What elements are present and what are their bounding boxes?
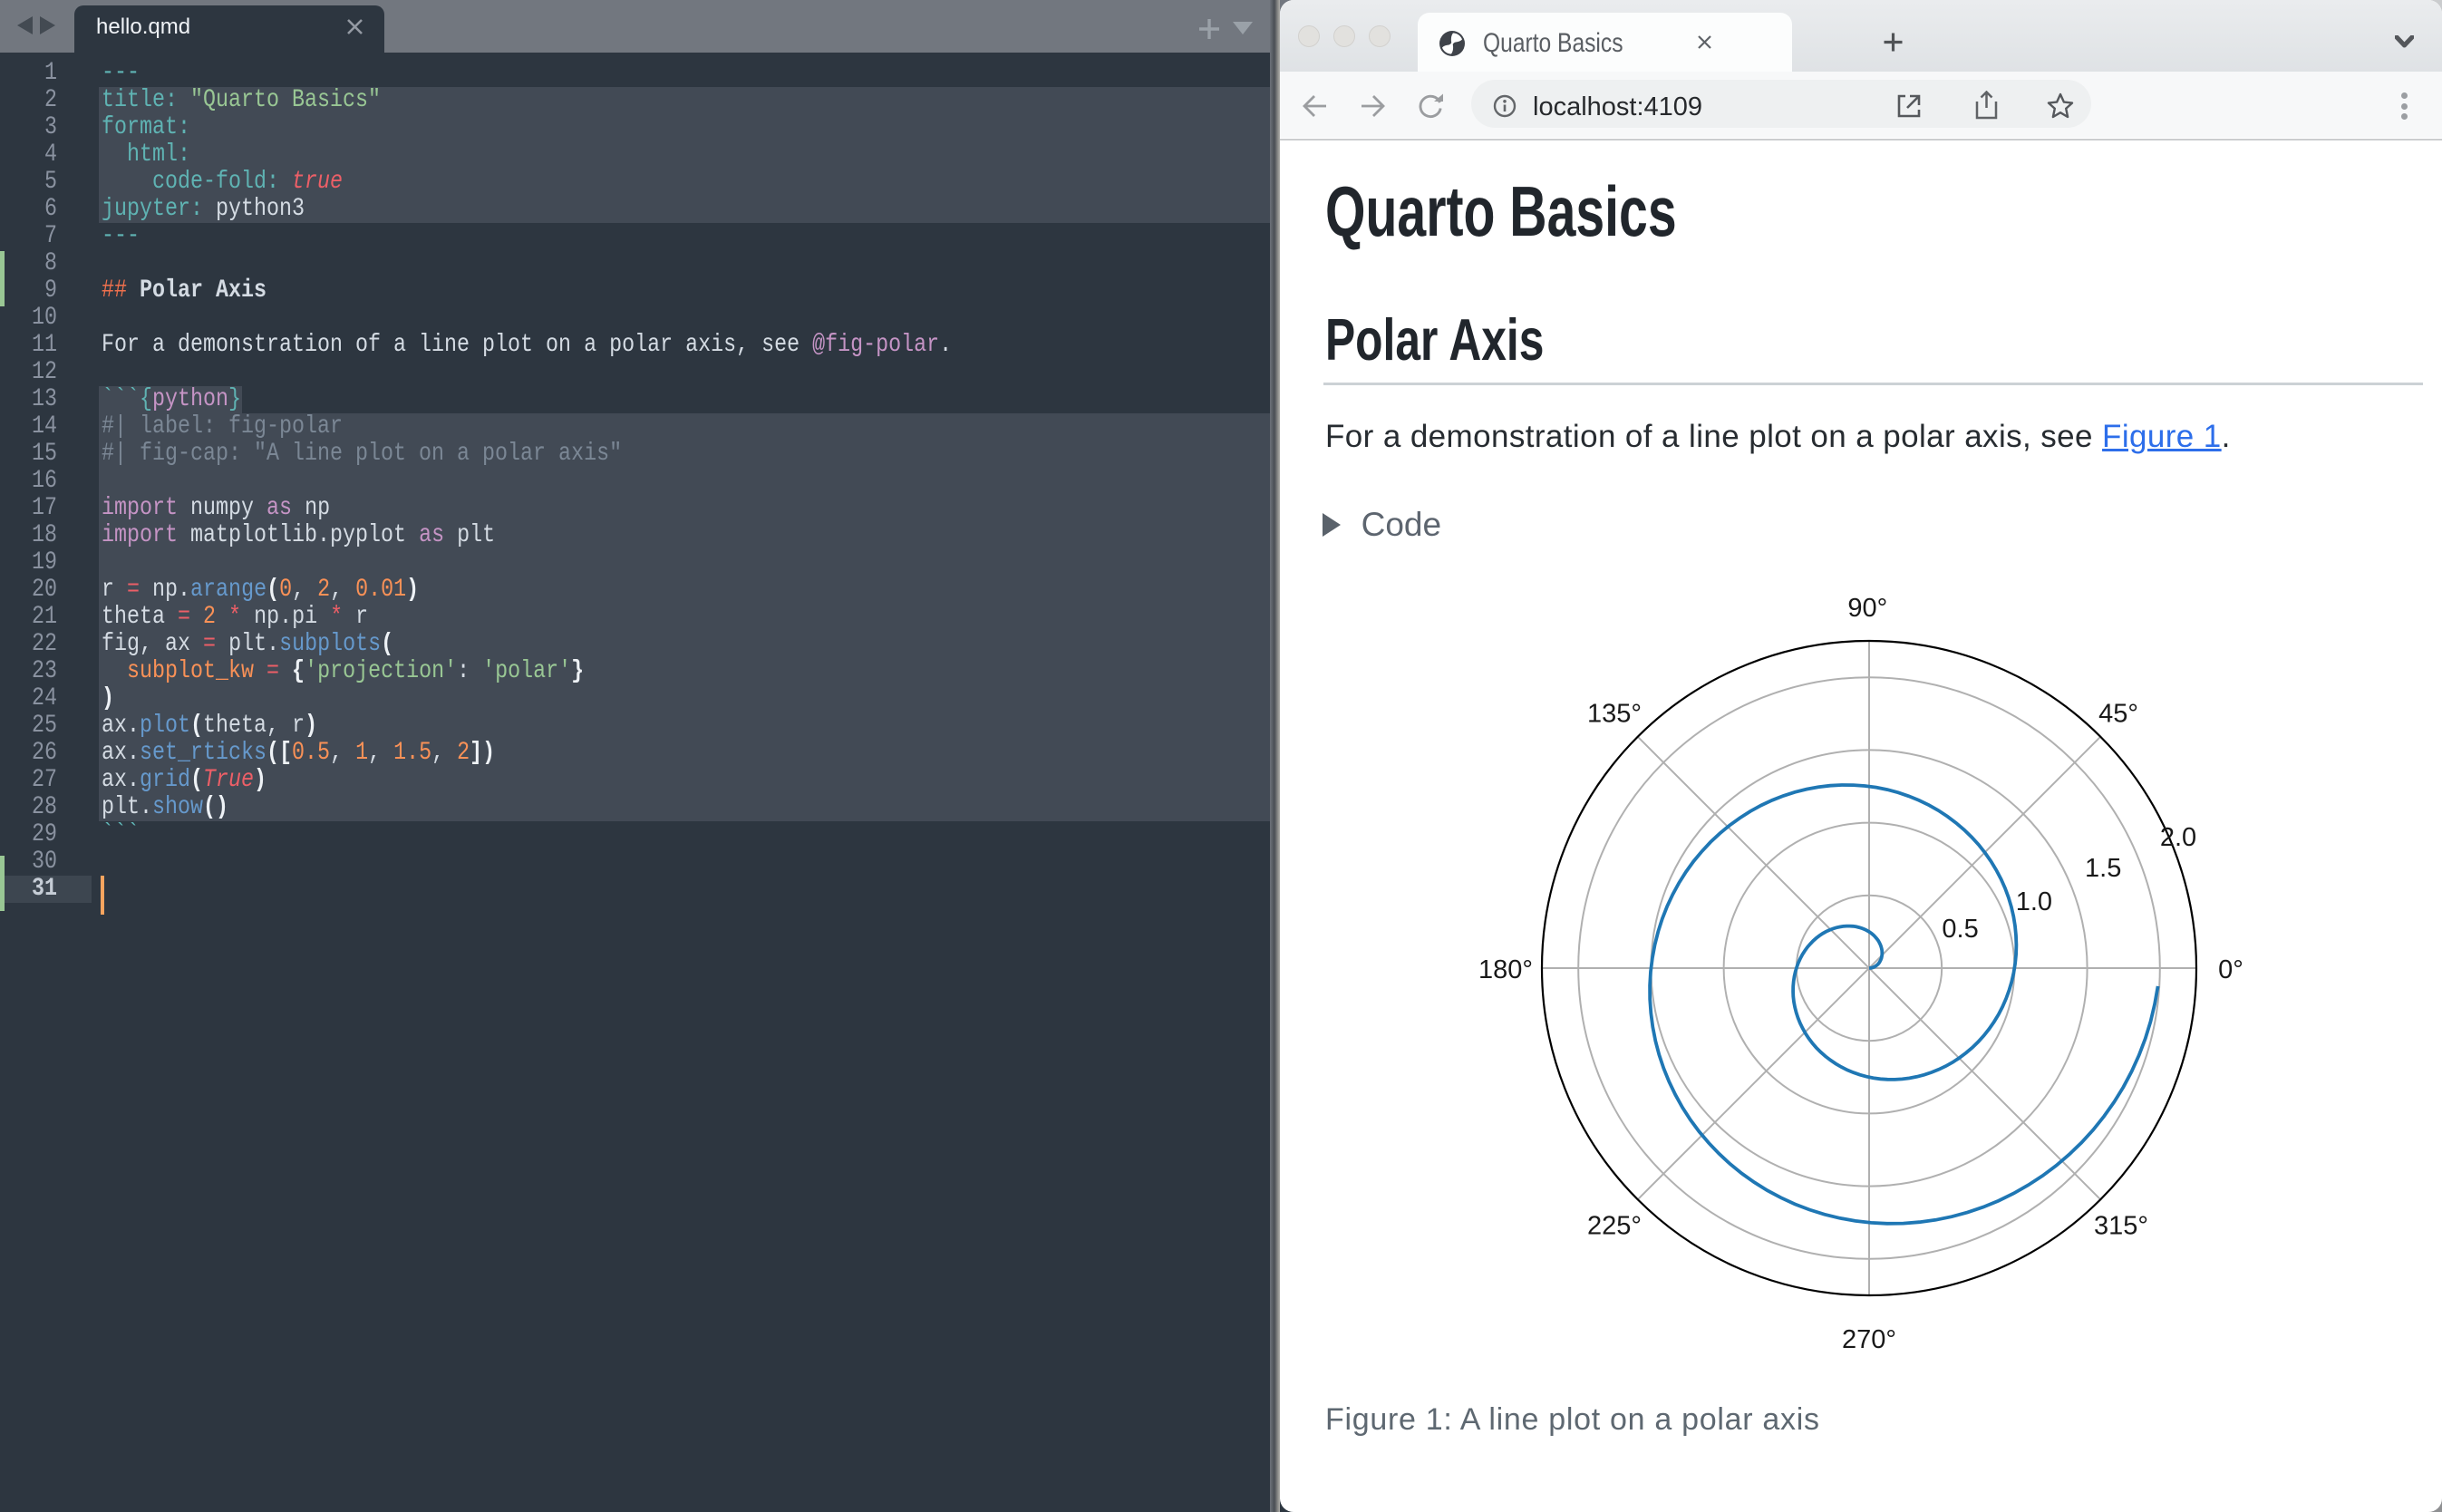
svg-text:135°: 135° [1587,699,1642,728]
svg-text:225°: 225° [1587,1211,1642,1240]
svg-text:0°: 0° [2218,955,2243,984]
svg-text:0.5: 0.5 [1942,915,1978,944]
svg-text:270°: 270° [1842,1325,1896,1354]
svg-text:180°: 180° [1478,955,1533,984]
svg-text:45°: 45° [2098,699,2138,728]
svg-text:90°: 90° [1847,594,1887,623]
svg-text:315°: 315° [2094,1211,2148,1240]
svg-text:1.0: 1.0 [2016,887,2052,916]
svg-text:1.5: 1.5 [2085,854,2121,883]
svg-text:2.0: 2.0 [2160,823,2196,852]
